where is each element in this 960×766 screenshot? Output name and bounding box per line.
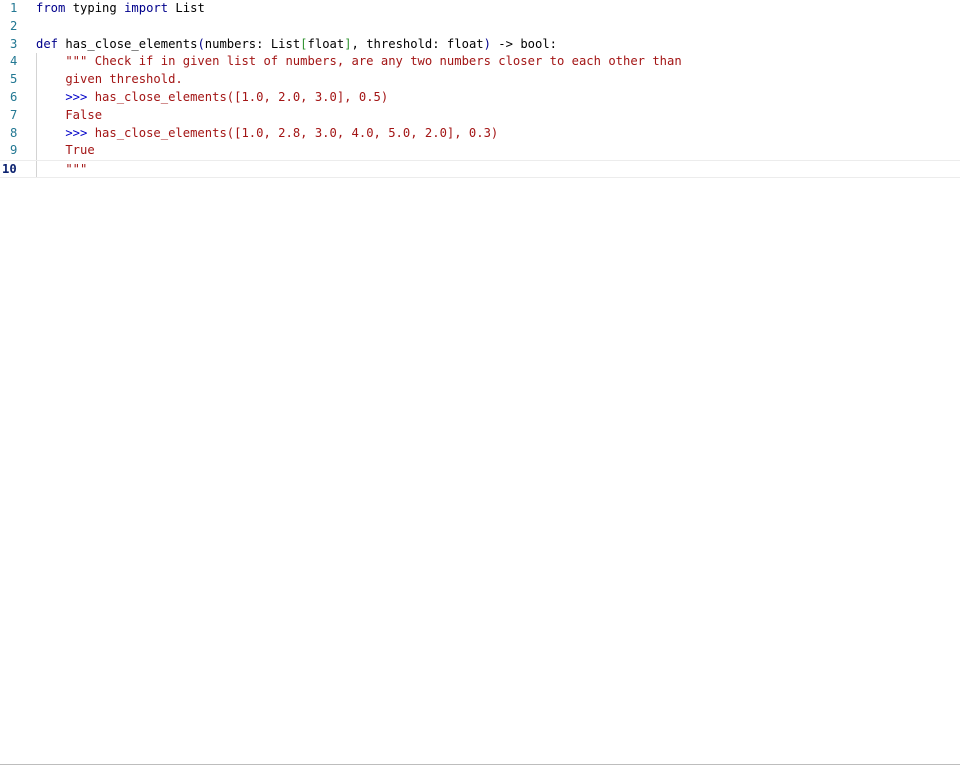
keyword: import xyxy=(124,1,169,15)
parameter: numbers: List xyxy=(204,36,301,51)
line-number: 4 xyxy=(10,54,18,69)
code-line-1[interactable]: 1 from typing import List xyxy=(0,0,960,18)
docstring-text: given threshold. xyxy=(36,72,183,87)
code-editor[interactable]: 1 from typing import List 2 3 def has_cl… xyxy=(0,0,960,765)
docstring-text: has_close_elements([1.0, 2.0, 3.0], 0.5) xyxy=(87,89,389,104)
code-line-3[interactable]: 3 def has_close_elements(numbers: List[f… xyxy=(0,36,960,54)
line-number: 9 xyxy=(10,143,18,158)
code-line-5[interactable]: 5 given threshold. xyxy=(0,71,960,89)
line-number: 5 xyxy=(10,72,18,87)
code-line-6[interactable]: 6 >>> has_close_elements([1.0, 2.0, 3.0]… xyxy=(0,89,960,107)
keyword: def xyxy=(36,36,59,51)
line-number: 7 xyxy=(10,107,18,122)
line-number: 2 xyxy=(10,18,18,33)
parameter: , threshold: float xyxy=(351,36,484,51)
docstring-text: False xyxy=(36,107,103,122)
module-name: typing xyxy=(65,1,125,15)
bracket: ] xyxy=(344,36,352,51)
doctest-prompt: >>> xyxy=(36,89,88,104)
bracket: ( xyxy=(197,36,205,51)
keyword: from xyxy=(36,1,66,15)
code-text: def has_close_elements(numbers: List[flo… xyxy=(36,36,557,54)
docstring-text: """ xyxy=(36,162,88,177)
function-name: has_close_elements xyxy=(58,36,198,51)
docstring-text: True xyxy=(36,143,95,158)
line-number: 6 xyxy=(10,89,18,104)
code-text: >>> has_close_elements([1.0, 2.0, 3.0], … xyxy=(36,89,388,107)
code-text: >>> has_close_elements([1.0, 2.8, 3.0, 4… xyxy=(36,125,498,143)
docstring-text: """ Check if in given list of numbers, a… xyxy=(36,54,682,69)
doctest-prompt: >>> xyxy=(36,125,88,140)
code-line-4[interactable]: 4 """ Check if in given list of numbers,… xyxy=(0,53,960,71)
return-annotation: -> bool: xyxy=(490,36,558,51)
line-number: 8 xyxy=(10,125,18,140)
code-line-9[interactable]: 9 True xyxy=(0,142,960,160)
type-name: float xyxy=(307,36,345,51)
code-line-8[interactable]: 8 >>> has_close_elements([1.0, 2.8, 3.0,… xyxy=(0,125,960,143)
bracket: [ xyxy=(300,36,308,51)
code-line-10-current[interactable]: 10 """ xyxy=(0,160,960,179)
docstring-text: has_close_elements([1.0, 2.8, 3.0, 4.0, … xyxy=(87,125,499,140)
bracket: ) xyxy=(483,36,491,51)
line-number: 1 xyxy=(10,1,18,15)
code-line-7[interactable]: 7 False xyxy=(0,107,960,125)
line-number: 3 xyxy=(10,36,18,51)
code-line-2[interactable]: 2 xyxy=(0,18,960,36)
code-text: from typing import List xyxy=(36,0,205,18)
identifier: List xyxy=(168,1,205,15)
line-number: 10 xyxy=(2,162,17,177)
